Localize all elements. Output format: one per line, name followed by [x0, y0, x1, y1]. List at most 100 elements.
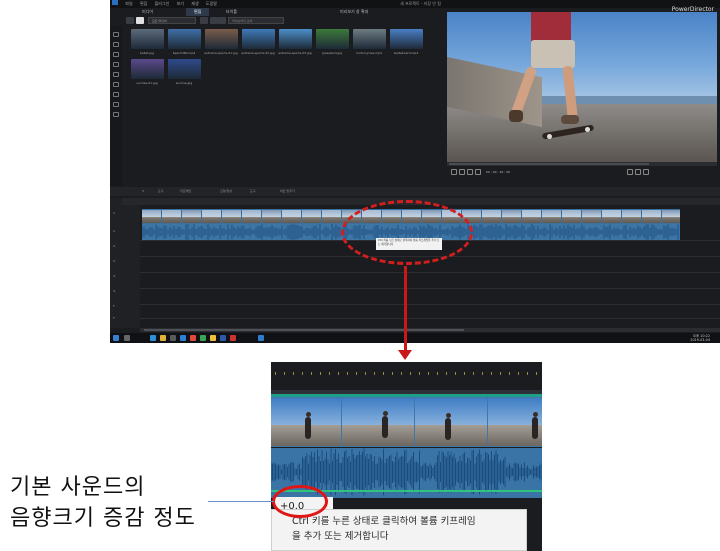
pip-room-icon[interactable] [113, 52, 119, 57]
preview-window[interactable] [447, 12, 717, 162]
menu-plugin[interactable]: 플러그인 [155, 1, 170, 6]
audio-mix-room-icon[interactable] [113, 92, 119, 97]
library-search-input[interactable]: 라이브러리 검색 [228, 17, 284, 24]
media-thumb[interactable] [353, 29, 386, 49]
ruler-tick [347, 372, 348, 375]
ruler-tick [392, 372, 393, 375]
next-frame-icon[interactable] [475, 169, 481, 175]
ruler-tick [473, 372, 474, 375]
import-icon[interactable] [126, 17, 134, 24]
particle-room-icon[interactable] [113, 62, 119, 67]
snapshot-icon[interactable] [627, 169, 633, 175]
ruler-tick [428, 372, 429, 375]
ruler-tick [437, 372, 438, 375]
zoom-video-clip[interactable] [271, 397, 542, 447]
menu-bar: 파일 편집 플러그인 보기 재생 도움말 [110, 0, 410, 8]
voice-room-icon[interactable] [113, 102, 119, 107]
scissors-icon[interactable]: ✕ [142, 187, 145, 196]
start-icon[interactable] [113, 335, 119, 341]
mail-icon[interactable] [180, 335, 186, 341]
ruler-tick [320, 372, 321, 375]
video-frame [222, 210, 241, 223]
tab-media[interactable]: 미디어 [134, 8, 161, 16]
tools-menu[interactable]: 도구 [250, 187, 256, 196]
video-frame [602, 210, 621, 223]
menu-file[interactable]: 파일 [125, 1, 132, 6]
app-icon[interactable] [190, 335, 196, 341]
beat-match-button[interactable]: 비트 맞추기 [280, 187, 295, 196]
prev-frame-icon[interactable] [467, 169, 473, 175]
title-room-icon[interactable] [113, 72, 119, 77]
ruler-tick [482, 372, 483, 375]
app-icon[interactable] [230, 335, 236, 341]
transition-room-icon[interactable] [113, 82, 119, 87]
menu-play[interactable]: 재생 [191, 1, 198, 6]
ruler-tick [275, 372, 276, 375]
media-thumb[interactable] [205, 29, 238, 49]
media-thumb[interactable] [168, 59, 201, 79]
powerdirector-taskbar-icon[interactable] [258, 335, 264, 341]
word-icon[interactable] [220, 335, 226, 341]
media-label: skateboard.mp4 [393, 51, 419, 55]
preview-scrubber-track [449, 163, 649, 165]
folder-icon[interactable] [160, 335, 166, 341]
media-thumb[interactable] [242, 29, 275, 49]
app-icon[interactable] [200, 335, 206, 341]
media-thumb[interactable] [390, 29, 423, 49]
tab-preview-expand[interactable]: 미리보기 창 확대 [332, 8, 376, 16]
media-thumb[interactable] [168, 29, 201, 49]
store-icon[interactable] [170, 335, 176, 341]
menu-view[interactable]: 보기 [177, 1, 184, 6]
room-rail [110, 26, 122, 186]
app-logo-icon [112, 0, 118, 5]
zoom-tooltip-line-2: 을 추가 또는 제거합니다 [292, 531, 389, 542]
more-icon[interactable] [218, 17, 226, 24]
video-frame [582, 210, 601, 223]
plugin-icon[interactable] [136, 17, 144, 24]
annotation-text-2: 음향크기 증감 정도 [10, 506, 196, 531]
edge-icon[interactable] [150, 335, 156, 341]
video-frame [482, 210, 501, 223]
timecode-display: 00 ; 00 ; 16 ; 00 [486, 170, 511, 174]
media-label: extreme-sports-02.jpg [241, 51, 275, 55]
timeline-scroll-thumb[interactable] [144, 329, 464, 331]
tab-edit[interactable]: 편집 [186, 8, 210, 16]
play-icon[interactable] [451, 169, 457, 175]
stop-icon[interactable] [459, 169, 465, 175]
ruler-tick [311, 372, 312, 375]
zoom-video-frame [342, 398, 414, 446]
tool-menu[interactable]: 도구 [158, 187, 164, 196]
effects-room-icon[interactable] [113, 42, 119, 47]
list-icon[interactable] [210, 17, 218, 24]
menu-edit[interactable]: 편집 [140, 1, 147, 6]
track-label: 3. [113, 274, 116, 278]
track-divider [140, 288, 720, 289]
media-filter-dropdown[interactable]: 모든 미디어 [148, 17, 196, 24]
ruler-tick [284, 372, 285, 375]
video-frame [322, 210, 341, 223]
ruler-tick [464, 372, 465, 375]
media-room-icon[interactable] [113, 32, 119, 37]
chapter-room-icon[interactable] [113, 112, 119, 117]
chrome-icon[interactable] [210, 335, 216, 341]
volume-icon[interactable] [635, 169, 641, 175]
ruler-tick [329, 372, 330, 375]
tab-title[interactable]: 타이틀 [218, 8, 245, 16]
video-frame [302, 210, 321, 223]
media-thumb[interactable] [316, 29, 349, 49]
media-thumb[interactable] [131, 59, 164, 79]
search-icon[interactable] [124, 335, 130, 341]
fix-enhance-button[interactable]: 교정/향상 [220, 187, 232, 196]
keyframe-button[interactable]: 키프레임 [180, 187, 191, 196]
menu-help[interactable]: 도움말 [206, 1, 217, 6]
fullscreen-icon[interactable] [643, 169, 649, 175]
callout-arrow-head [398, 350, 412, 360]
media-thumb[interactable] [131, 29, 164, 49]
track-label: T [113, 316, 115, 320]
video-frame [162, 210, 181, 223]
video-frame [622, 210, 641, 223]
view-icon[interactable] [200, 17, 208, 24]
ruler-tick [536, 372, 537, 375]
windows-taskbar: 오후 10:22 2019-03-04 [110, 333, 720, 343]
media-thumb[interactable] [279, 29, 312, 49]
